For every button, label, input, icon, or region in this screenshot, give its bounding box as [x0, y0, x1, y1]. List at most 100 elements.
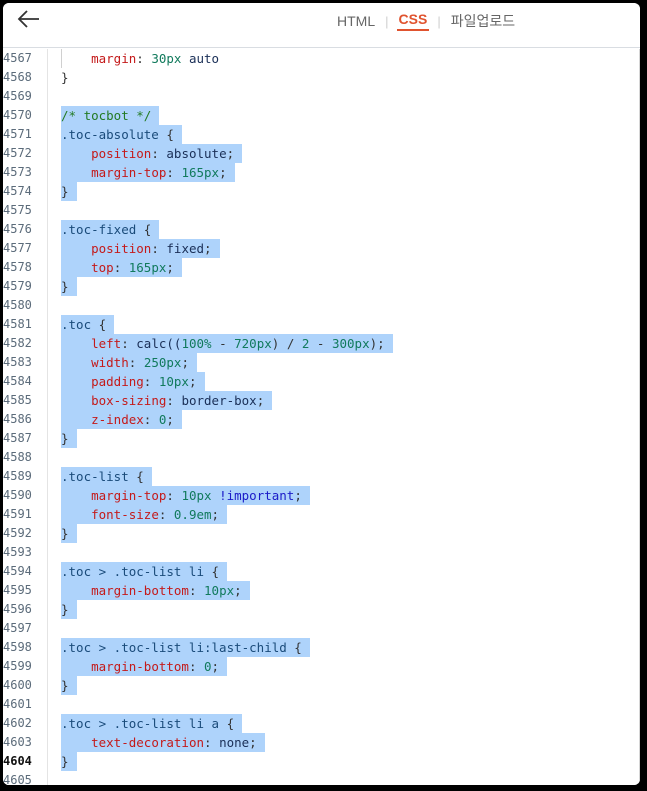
- code-line[interactable]: 4593: [3, 543, 640, 562]
- code-line[interactable]: 4579}: [3, 277, 640, 296]
- line-number: 4589: [3, 469, 32, 483]
- code-text: }: [61, 68, 69, 87]
- code-line[interactable]: 4590 margin-top: 10px !important;: [3, 486, 640, 505]
- line-number: 4601: [3, 697, 32, 711]
- code-text: position: fixed;: [61, 239, 220, 258]
- code-text: padding: 10px;: [61, 372, 205, 391]
- code-token: margin-bottom: [91, 583, 189, 598]
- code-line[interactable]: 4586 z-index: 0;: [3, 410, 640, 429]
- code-line[interactable]: 4599 margin-bottom: 0;: [3, 657, 640, 676]
- tab-file-upload[interactable]: 파일업로드: [449, 11, 517, 31]
- code-text: margin-bottom: 10px;: [61, 581, 250, 600]
- tab-html[interactable]: HTML: [335, 13, 377, 29]
- code-text: }: [61, 752, 77, 771]
- code-token: 300px: [331, 336, 370, 351]
- code-token: text-decoration: [91, 735, 204, 750]
- code-token: );: [369, 336, 385, 351]
- line-number: 4572: [3, 146, 32, 160]
- code-line[interactable]: 4597: [3, 619, 640, 638]
- line-number: 4576: [3, 222, 32, 236]
- code-line[interactable]: 4568}: [3, 68, 640, 87]
- code-token: box-sizing: [91, 393, 167, 408]
- code-line[interactable]: 4603 text-decoration: none;: [3, 733, 640, 752]
- code-line[interactable]: 4600}: [3, 676, 640, 695]
- code-token: {: [91, 317, 107, 332]
- code-token: !important: [219, 488, 295, 503]
- code-line[interactable]: 4581 .toc {: [3, 315, 640, 334]
- code-token: .toc-fixed: [61, 222, 137, 237]
- code-token: {: [204, 564, 220, 579]
- code-editor[interactable]: 4567 margin: 30px auto 4568} 4569 4570/* to…: [3, 49, 640, 785]
- code-line[interactable]: 4604}: [3, 752, 640, 771]
- code-token: .toc: [61, 317, 92, 332]
- tab-css[interactable]: CSS: [396, 11, 430, 31]
- code-line[interactable]: 4567 margin: 30px auto: [3, 49, 640, 68]
- code-line[interactable]: 4594 .toc > .toc-list li {: [3, 562, 640, 581]
- code-line[interactable]: 4582 left: calc((100% - 720px) / 2 - 300…: [3, 334, 640, 353]
- code-line[interactable]: 4571 .toc-absolute {: [3, 125, 640, 144]
- code-line[interactable]: 4580: [3, 296, 640, 315]
- code-token: {: [219, 716, 235, 731]
- code-token: 10px: [158, 374, 189, 389]
- code-line[interactable]: 4588: [3, 448, 640, 467]
- line-number: 4569: [3, 89, 32, 103]
- code-token: auto: [181, 51, 220, 66]
- code-line[interactable]: 4602 .toc > .toc-list li a {: [3, 714, 640, 733]
- code-line[interactable]: 4585 box-sizing: border-box;: [3, 391, 640, 410]
- arrow-left-icon: [17, 10, 39, 28]
- code-line[interactable]: 4574}: [3, 182, 640, 201]
- code-token: ;: [256, 393, 265, 408]
- editor-toolbar: HTML | CSS | 파일업로드: [3, 3, 640, 48]
- code-line[interactable]: 4577 position: fixed;: [3, 239, 640, 258]
- code-text: .toc > .toc-list li a {: [61, 714, 243, 733]
- code-line[interactable]: 4592}: [3, 524, 640, 543]
- code-line[interactable]: 4584 padding: 10px;: [3, 372, 640, 391]
- code-line[interactable]: 4589 .toc-list {: [3, 467, 640, 486]
- code-token: 0: [204, 659, 212, 674]
- code-token: ;: [166, 412, 174, 427]
- editor-right-border: [639, 49, 640, 785]
- code-text: }: [61, 429, 77, 448]
- code-line[interactable]: 4570 /* tocbot */: [3, 106, 640, 125]
- code-line[interactable]: 4583 width: 250px;: [3, 353, 640, 372]
- code-token: :: [204, 735, 220, 750]
- line-number: 4592: [3, 526, 32, 540]
- code-line[interactable]: 4572 position: absolute;: [3, 144, 640, 163]
- tab-divider: |: [385, 13, 389, 29]
- code-line[interactable]: 4601: [3, 695, 640, 714]
- code-token: }: [61, 70, 69, 85]
- code-line[interactable]: 4605: [3, 771, 640, 785]
- code-token: ) /: [271, 336, 302, 351]
- code-token: {: [128, 469, 144, 484]
- code-line[interactable]: 4591 font-size: 0.9em;: [3, 505, 640, 524]
- code-area[interactable]: 4567 margin: 30px auto 4568} 4569 4570/* to…: [3, 49, 640, 785]
- code-token: }: [61, 754, 69, 769]
- code-token: :: [151, 241, 167, 256]
- code-token: :: [136, 51, 152, 66]
- code-token: ;: [219, 165, 227, 180]
- code-token: left: [91, 336, 122, 351]
- code-token: }: [61, 184, 69, 199]
- back-button[interactable]: [15, 5, 43, 33]
- code-line[interactable]: 4598 .toc > .toc-list li:last-child {: [3, 638, 640, 657]
- line-number: 4574: [3, 184, 32, 198]
- code-line[interactable]: 4595 margin-bottom: 10px;: [3, 581, 640, 600]
- code-line[interactable]: 4569: [3, 87, 640, 106]
- code-token: 10px: [181, 488, 212, 503]
- code-token: :: [166, 488, 182, 503]
- code-line[interactable]: 4576 .toc-fixed {: [3, 220, 640, 239]
- code-text: .toc-fixed {: [61, 220, 160, 239]
- code-token: ;: [294, 488, 302, 503]
- code-line[interactable]: 4587}: [3, 429, 640, 448]
- line-number: 4567: [3, 51, 32, 65]
- code-line[interactable]: 4575: [3, 201, 640, 220]
- code-line[interactable]: 4596}: [3, 600, 640, 619]
- code-token: .toc > .toc-list li: [61, 564, 204, 579]
- code-token: 165px: [181, 165, 220, 180]
- code-line[interactable]: 4578 top: 165px;: [3, 258, 640, 277]
- code-line[interactable]: 4573 margin-top: 165px;: [3, 163, 640, 182]
